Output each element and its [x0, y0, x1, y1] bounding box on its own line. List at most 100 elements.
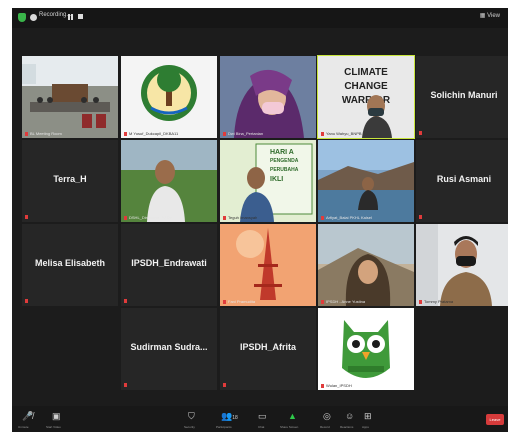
- participant-caption: IPSDH - Anne Yustina: [321, 299, 365, 304]
- participant-video: [220, 56, 316, 138]
- participant-name: IPSDH_Afrita: [239, 342, 296, 352]
- active-speaker-tile[interactable]: CLIMATE CHANGE WARRIOR Yanu Wahyu_BNPB: [317, 55, 415, 139]
- participants-icon[interactable]: 👥18: [221, 411, 238, 422]
- participant-caption: Wulan_IPSDH: [321, 383, 352, 388]
- view-button[interactable]: ▦ View: [480, 12, 500, 19]
- mic-muted-icon: [124, 299, 127, 303]
- participant-caption: Dwi Bina_Pertanian: [223, 131, 263, 136]
- mic-muted-icon: [321, 215, 324, 220]
- recording-icon: [30, 14, 37, 21]
- participant-name: Rusi Asmani: [436, 174, 492, 184]
- shield-icon[interactable]: [18, 13, 26, 22]
- top-bar: Recording... ▦ View: [12, 8, 508, 28]
- participant-tile[interactable]: IPSDH_Endrawati: [121, 224, 217, 306]
- participant-tile[interactable]: M Yusuf_Dukcapil_DKBA11: [121, 56, 217, 138]
- participant-tile[interactable]: HARI A PENGENDA PERUBAHA IKLI Teguh Iman…: [220, 140, 316, 222]
- mic-muted-icon: [223, 383, 226, 387]
- recording-label: Recording...: [39, 12, 72, 18]
- participant-video: [362, 95, 392, 138]
- participant-tile[interactable]: Tommy Pratama: [416, 224, 508, 306]
- zoom-window: Recording... ▦ View BL Meeting Room M Yu…: [12, 8, 508, 432]
- record-icon[interactable]: ◎: [323, 411, 331, 422]
- participant-tile[interactable]: DSHL_Direktorat IPSDH: [121, 140, 217, 222]
- participant-tile[interactable]: Rusi Asmani: [416, 140, 508, 222]
- participant-tile[interactable]: Melisa Elisabeth: [22, 224, 118, 306]
- reactions-icon[interactable]: ☺: [345, 411, 354, 421]
- participant-caption: Fani Pramudita: [223, 299, 255, 304]
- security-label: Security: [184, 425, 195, 429]
- security-shield-icon[interactable]: ⛉: [188, 411, 195, 422]
- banner-line: IKLI: [270, 176, 284, 183]
- participant-video: [318, 224, 414, 306]
- mic-muted-icon: [223, 131, 226, 136]
- video-off-icon[interactable]: ▣: [52, 411, 61, 422]
- stop-recording-button[interactable]: [78, 14, 83, 19]
- participant-tile[interactable]: Fani Pramudita: [220, 224, 316, 306]
- view-label: View: [487, 13, 500, 19]
- participant-caption: Arfiyat_Balai PKHL Kalsel: [321, 215, 372, 220]
- participant-name: IPSDH_Endrawati: [131, 258, 207, 268]
- participant-tile[interactable]: IPSDH_Afrita: [220, 308, 316, 390]
- reactions-label: Reactions: [340, 425, 354, 429]
- participant-name: Terra_H: [53, 174, 87, 184]
- banner-line: HARI A: [270, 149, 294, 156]
- participant-tile[interactable]: Solichin Manuri: [416, 56, 508, 138]
- banner-text: HARI A PENGENDA PERUBAHA IKLI: [270, 148, 314, 184]
- mic-muted-icon: [25, 215, 28, 219]
- participant-caption: M Yusuf_Dukcapil_DKBA11: [124, 131, 178, 136]
- banner-line: PERUBAHA: [270, 167, 299, 173]
- chat-label: Chat: [258, 425, 265, 429]
- participant-tile[interactable]: Terra_H: [22, 140, 118, 222]
- participant-tile[interactable]: BL Meeting Room: [22, 56, 118, 138]
- record-label: Record: [320, 425, 330, 429]
- participant-tile[interactable]: IPSDH - Anne Yustina: [318, 224, 414, 306]
- participant-name: Solichin Manuri: [430, 90, 498, 100]
- banner-line: PENGENDA: [270, 158, 299, 164]
- start-video-label: Start Video: [46, 425, 61, 429]
- apps-label: Apps: [362, 425, 369, 429]
- mic-muted-icon: [419, 299, 422, 304]
- meeting-toolbar: 🎤̸ Unmute ▣ Start Video ⛉ Security 👥18 P…: [12, 406, 508, 432]
- mic-muted-icon: [124, 131, 127, 136]
- participants-label: Participants: [216, 425, 232, 429]
- pause-recording-button[interactable]: [68, 14, 73, 20]
- mic-muted-icon: [419, 215, 422, 219]
- participant-name: Melisa Elisabeth: [34, 258, 106, 268]
- participant-tile[interactable]: Wulan_IPSDH: [318, 308, 414, 390]
- participant-caption: DSHL_Direktorat IPSDH: [124, 215, 173, 220]
- mic-muted-icon: [321, 383, 324, 388]
- mic-muted-icon: [124, 383, 127, 387]
- mic-muted-icon: [124, 215, 127, 220]
- participant-name: Sudirman Sudra...: [130, 342, 208, 352]
- mic-muted-icon: [321, 131, 324, 136]
- owl-avatar: [318, 308, 414, 390]
- microphone-muted-icon[interactable]: 🎤̸: [22, 411, 33, 422]
- participant-caption: BL Meeting Room: [25, 131, 62, 136]
- mic-muted-icon: [223, 215, 226, 220]
- participant-tile[interactable]: Sudirman Sudra...: [121, 308, 217, 390]
- mic-muted-icon: [25, 131, 28, 136]
- leave-button[interactable]: Leave: [486, 414, 504, 425]
- participant-caption: Teguh Imansyah: [223, 215, 257, 220]
- participant-tile[interactable]: Arfiyat_Balai PKHL Kalsel: [318, 140, 414, 222]
- ministry-logo: [141, 65, 197, 121]
- participant-caption: Yanu Wahyu_BNPB: [321, 131, 362, 136]
- participant-video: [416, 224, 508, 306]
- share-screen-icon[interactable]: ▲: [288, 411, 297, 421]
- eiffel-tower-image: [220, 224, 316, 306]
- mic-muted-icon: [321, 299, 324, 304]
- participant-tile[interactable]: Dwi Bina_Pertanian: [220, 56, 316, 138]
- mic-muted-icon: [419, 131, 422, 135]
- participant-caption: Tommy Pratama: [419, 299, 453, 304]
- mic-muted-icon: [25, 299, 28, 303]
- meeting-room-video: [22, 56, 118, 138]
- unmute-label: Unmute: [18, 425, 29, 429]
- participants-count: 18: [232, 415, 238, 421]
- participant-video: [318, 140, 414, 222]
- grid-icon: ▦: [479, 13, 486, 19]
- share-screen-label: Share Screen: [280, 425, 299, 429]
- chat-icon[interactable]: ▭: [258, 411, 267, 422]
- participant-video: [121, 140, 217, 222]
- apps-icon[interactable]: ⊞: [364, 411, 372, 422]
- mic-muted-icon: [223, 299, 226, 304]
